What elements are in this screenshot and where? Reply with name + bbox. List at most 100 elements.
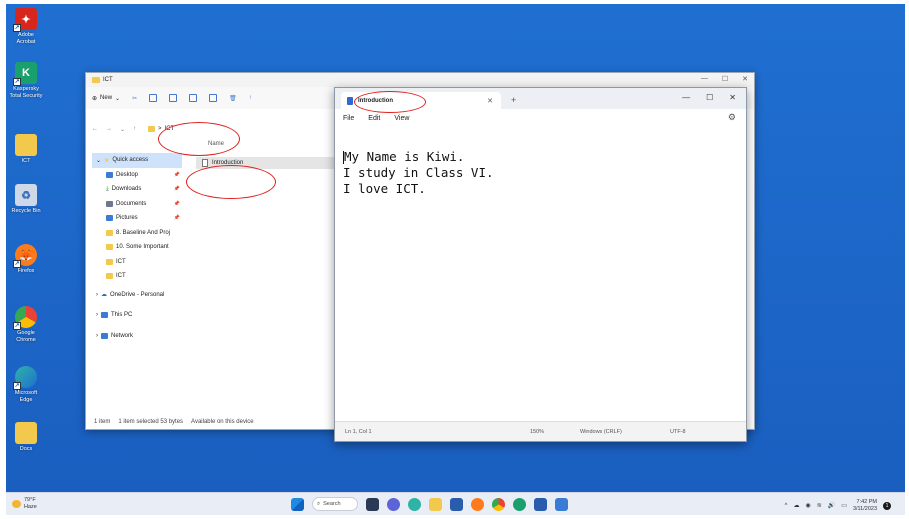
- maximize-icon[interactable]: ☐: [706, 93, 713, 102]
- settings-app-icon[interactable]: [534, 497, 547, 511]
- sort-icon[interactable]: ↑: [249, 95, 252, 101]
- annotation-circle-address: [158, 122, 240, 156]
- nav-item-some-important-folder[interactable]: 10. Some Important: [92, 240, 182, 255]
- desktop-icon-docs-folder[interactable]: Docs: [8, 422, 44, 453]
- nav-item-label: This PC: [111, 312, 133, 319]
- notepad-text-area[interactable]: My Name is Kiwi. I study in Class VI. I …: [335, 127, 746, 420]
- chrome-icon[interactable]: [492, 497, 505, 511]
- network-icon: [101, 332, 108, 339]
- share-icon[interactable]: [209, 94, 218, 102]
- status-line-ending[interactable]: Windows (CRLF): [580, 429, 622, 435]
- delete-icon[interactable]: 🗑: [229, 95, 237, 102]
- nav-item-baseline-folder[interactable]: 8. Baseline And Proj: [92, 226, 182, 241]
- desktop-icon-label: Recycle Bin: [11, 208, 41, 214]
- chevron-right-icon: ›: [96, 312, 98, 319]
- desktop-icon-label: Kaspersky Total Security: [9, 86, 43, 99]
- menu-view[interactable]: View: [394, 115, 409, 122]
- wifi-icon[interactable]: ≋: [817, 502, 822, 509]
- taskbar-apps: ⌕ Search: [291, 497, 568, 511]
- text-line: I love ICT.: [343, 181, 426, 196]
- clock[interactable]: 7:42 PM 3/11/2023: [853, 499, 877, 512]
- explorer-titlebar[interactable]: ICT: [86, 73, 754, 87]
- nav-item-onedrive[interactable]: › ☁ OneDrive - Personal: [92, 288, 182, 303]
- up-arrow-icon[interactable]: ↑: [133, 126, 136, 132]
- status-encoding[interactable]: UTF-8: [670, 429, 686, 435]
- annotation-circle-tab: [354, 91, 426, 113]
- onedrive-icon[interactable]: ☁: [794, 502, 800, 509]
- nav-item-downloads[interactable]: ⤓ Downloads 📌: [92, 182, 182, 197]
- pin-icon: 📌: [173, 186, 180, 193]
- clock-date: 3/11/2023: [852, 505, 877, 512]
- chat-icon[interactable]: [387, 497, 400, 511]
- firefox-icon: 🦊 ↗: [13, 244, 37, 268]
- chevron-up-icon[interactable]: ^: [785, 503, 788, 509]
- monitor-icon: [101, 312, 108, 319]
- task-view-icon[interactable]: [366, 497, 379, 511]
- nav-item-documents[interactable]: Documents 📌: [92, 197, 182, 212]
- new-button[interactable]: ⊕ New ⌄: [92, 95, 120, 102]
- pin-icon: 📌: [173, 200, 180, 207]
- nav-item-network[interactable]: › Network: [92, 329, 182, 344]
- desktop-icon-ict-folder[interactable]: ICT: [8, 134, 44, 165]
- notepad-window: Introduction ✕ + — ☐ ✕ File Edit View ⚙ …: [334, 87, 747, 442]
- battery-icon[interactable]: ▭: [841, 502, 847, 509]
- chevron-right-icon: ›: [96, 332, 98, 339]
- desktop-icon-chrome[interactable]: ↗ Google Chrome: [8, 306, 44, 344]
- notepad-icon: [347, 96, 353, 105]
- menu-edit[interactable]: Edit: [368, 115, 380, 122]
- edge-icon[interactable]: [408, 497, 421, 511]
- store-icon[interactable]: [450, 497, 463, 511]
- desktop-icon-recycle-bin[interactable]: ♻ Recycle Bin: [8, 184, 44, 215]
- folder-icon: [148, 126, 156, 132]
- download-icon: ⤓: [106, 185, 109, 192]
- add-tab-icon[interactable]: +: [511, 95, 516, 105]
- nav-item-label: Desktop: [116, 171, 139, 178]
- nav-item-quick-access[interactable]: ⌄ ★ Quick access: [92, 153, 182, 168]
- taskbar: 79°F Haze ⌕ Search ^ ☁ ◉ ≋ �: [6, 492, 905, 515]
- kaspersky-icon[interactable]: [513, 497, 526, 511]
- close-icon[interactable]: ✕: [742, 75, 748, 83]
- cut-icon[interactable]: ✂: [132, 95, 137, 102]
- rename-icon[interactable]: [189, 94, 198, 102]
- menu-file[interactable]: File: [343, 115, 354, 122]
- nav-item-ict-folder[interactable]: ICT: [92, 255, 182, 270]
- firefox-icon[interactable]: [471, 497, 484, 511]
- text-file-icon: [202, 159, 208, 167]
- copy-icon[interactable]: [149, 94, 158, 102]
- desktop-icon-acrobat[interactable]: ✦ ↗ Adobe Acrobat: [8, 8, 44, 46]
- start-icon[interactable]: [291, 497, 304, 511]
- chevron-down-icon: ⌄: [96, 157, 102, 164]
- nav-item-pictures[interactable]: Pictures 📌: [92, 211, 182, 226]
- status-zoom[interactable]: 150%: [530, 429, 544, 435]
- minimize-icon[interactable]: —: [701, 75, 708, 83]
- paste-icon[interactable]: [169, 94, 178, 102]
- folder-icon: [106, 273, 113, 280]
- notepad-icon[interactable]: [555, 497, 568, 511]
- nav-item-label: Quick access: [112, 157, 149, 164]
- close-icon[interactable]: ✕: [487, 97, 493, 105]
- nav-item-this-pc[interactable]: › This PC: [92, 308, 182, 323]
- minimize-icon[interactable]: —: [682, 93, 690, 102]
- nav-item-ict-folder[interactable]: ICT: [92, 269, 182, 284]
- folder-icon: [106, 244, 113, 251]
- volume-icon[interactable]: 🔊: [828, 502, 835, 509]
- desktop-icon: [106, 171, 113, 178]
- kaspersky-tray-icon[interactable]: ◉: [806, 502, 811, 509]
- nav-item-label: Documents: [116, 200, 147, 207]
- desktop-icon-kaspersky[interactable]: K ↗ Kaspersky Total Security: [8, 62, 44, 100]
- chevron-down-icon[interactable]: ⌄: [120, 126, 125, 133]
- weather-widget[interactable]: 79°F Haze: [12, 497, 37, 510]
- notepad-window-controls: — ☐ ✕: [682, 93, 736, 102]
- close-icon[interactable]: ✕: [729, 93, 736, 102]
- notification-badge[interactable]: 1: [883, 501, 891, 510]
- desktop-icon-firefox[interactable]: 🦊 ↗ Firefox: [8, 244, 44, 275]
- desktop-icon-edge[interactable]: ↗ Microsoft Edge: [8, 366, 44, 404]
- gear-icon[interactable]: ⚙: [728, 112, 736, 123]
- forward-arrow-icon[interactable]: →: [106, 126, 112, 132]
- taskbar-search[interactable]: ⌕ Search: [312, 497, 358, 511]
- back-arrow-icon[interactable]: ←: [92, 126, 98, 132]
- nav-item-desktop[interactable]: Desktop 📌: [92, 168, 182, 183]
- maximize-icon[interactable]: ☐: [722, 75, 728, 83]
- desktop-icon-label: Firefox: [17, 268, 35, 274]
- file-explorer-icon[interactable]: [429, 497, 442, 511]
